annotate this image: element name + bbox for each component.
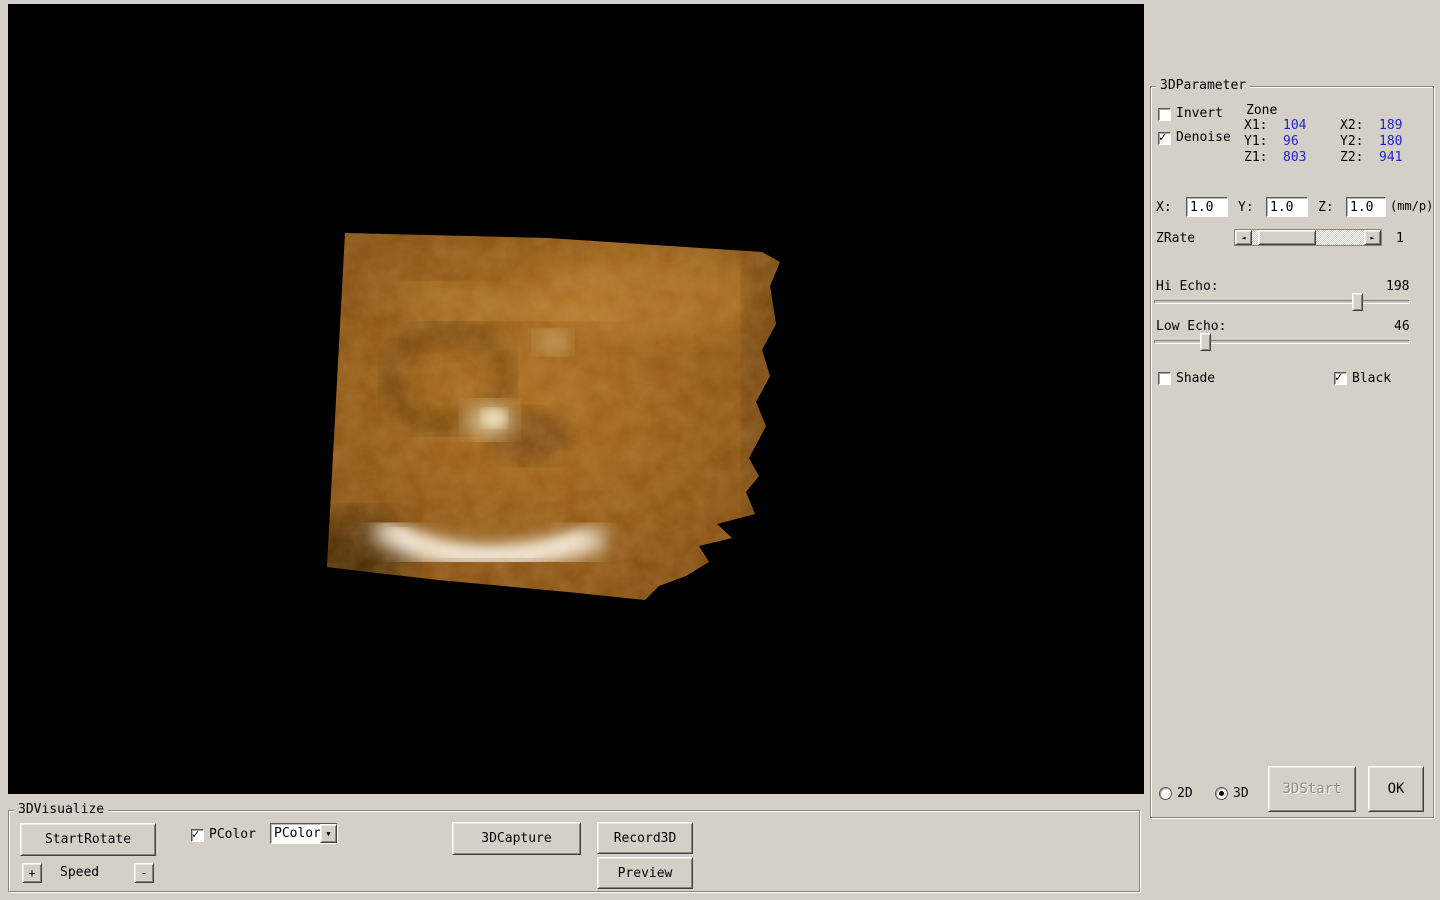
zone-x1-label: X1: <box>1244 118 1267 133</box>
radio-3d-label: 3D <box>1233 786 1249 801</box>
zrate-scrollbar-thumb[interactable] <box>1258 230 1316 245</box>
invert-checkbox[interactable] <box>1158 108 1171 121</box>
preview-button[interactable]: Preview <box>597 857 693 889</box>
zone-z2-label: Z2: <box>1340 150 1363 165</box>
zone-y2-value: 180 <box>1379 134 1402 149</box>
black-checkbox[interactable]: ✓ <box>1334 372 1347 385</box>
low-echo-slider-track[interactable] <box>1154 340 1410 344</box>
pcolor-dropdown-value: PColor <box>271 824 320 843</box>
scale-z-label: Z: <box>1318 200 1334 215</box>
zone-title: Zone <box>1246 103 1277 118</box>
scale-y-input[interactable] <box>1266 197 1308 217</box>
low-echo-label: Low Echo: <box>1156 319 1226 334</box>
radio-2d[interactable] <box>1159 787 1172 800</box>
speed-plus-button[interactable]: + <box>22 863 42 883</box>
zrate-value: 1 <box>1396 231 1404 246</box>
checkmark-icon: ✓ <box>1159 130 1166 144</box>
radio-2d-label: 2D <box>1177 786 1193 801</box>
scale-y-label: Y: <box>1238 200 1254 215</box>
3dstart-button[interactable]: 3DStart <box>1268 766 1356 812</box>
invert-label: Invert <box>1176 106 1223 121</box>
3dcapture-button[interactable]: 3DCapture <box>452 822 581 855</box>
radio-3d[interactable] <box>1215 787 1228 800</box>
ok-button[interactable]: OK <box>1368 766 1424 812</box>
record3d-button[interactable]: Record3D <box>597 822 693 854</box>
zrate-scrollbar[interactable]: ◄ ► <box>1234 229 1382 246</box>
ultrasound-render <box>318 224 798 614</box>
denoise-checkbox[interactable]: ✓ <box>1158 132 1171 145</box>
low-echo-slider-thumb[interactable] <box>1200 333 1211 351</box>
zone-z1-label: Z1: <box>1244 150 1267 165</box>
hi-echo-slider-thumb[interactable] <box>1352 293 1363 311</box>
scale-x-label: X: <box>1156 200 1172 215</box>
hi-echo-value: 198 <box>1386 279 1409 294</box>
app-window: { "icons": { "checkmark": "✓", "scroll_l… <box>0 0 1440 900</box>
pcolor-checkbox[interactable]: ✓ <box>191 829 204 842</box>
zone-x2-label: X2: <box>1340 118 1363 133</box>
hi-echo-label: Hi Echo: <box>1156 279 1219 294</box>
pcolor-label: PColor <box>209 827 256 842</box>
scale-unit-label: (mm/p) <box>1390 199 1433 214</box>
zrate-scrollbar-track[interactable] <box>1252 230 1364 245</box>
checkmark-icon: ✓ <box>192 827 199 841</box>
zone-x2-value: 189 <box>1379 118 1402 133</box>
render-viewport[interactable] <box>8 4 1144 794</box>
parameter-groupbox: 3DParameter <box>1150 86 1434 818</box>
zone-y2-label: Y2: <box>1340 134 1363 149</box>
shade-label: Shade <box>1176 371 1215 386</box>
zrate-scroll-right-icon[interactable]: ► <box>1364 230 1381 245</box>
scale-z-input[interactable] <box>1346 197 1386 217</box>
speed-label: Speed <box>60 865 99 880</box>
black-label: Black <box>1352 371 1391 386</box>
checkmark-icon: ✓ <box>1335 370 1342 384</box>
zrate-scroll-left-icon[interactable]: ◄ <box>1235 230 1252 245</box>
speed-minus-button[interactable]: - <box>134 863 154 883</box>
scale-x-input[interactable] <box>1186 197 1228 217</box>
visualize-group-title: 3DVisualize <box>14 802 108 817</box>
pcolor-dropdown[interactable]: PColor ▼ <box>270 823 338 844</box>
zone-y1-value: 96 <box>1283 134 1299 149</box>
dropdown-arrow-icon[interactable]: ▼ <box>320 824 337 843</box>
zrate-label: ZRate <box>1156 231 1195 246</box>
zone-z2-value: 941 <box>1379 150 1402 165</box>
low-echo-value: 46 <box>1394 319 1410 334</box>
parameter-group-title: 3DParameter <box>1156 78 1250 93</box>
zone-y1-label: Y1: <box>1244 134 1267 149</box>
start-rotate-button[interactable]: StartRotate <box>20 823 156 856</box>
hi-echo-slider-track[interactable] <box>1154 300 1410 304</box>
zone-x1-value: 104 <box>1283 118 1306 133</box>
denoise-label: Denoise <box>1176 130 1231 145</box>
shade-checkbox[interactable] <box>1158 372 1171 385</box>
zone-z1-value: 803 <box>1283 150 1306 165</box>
